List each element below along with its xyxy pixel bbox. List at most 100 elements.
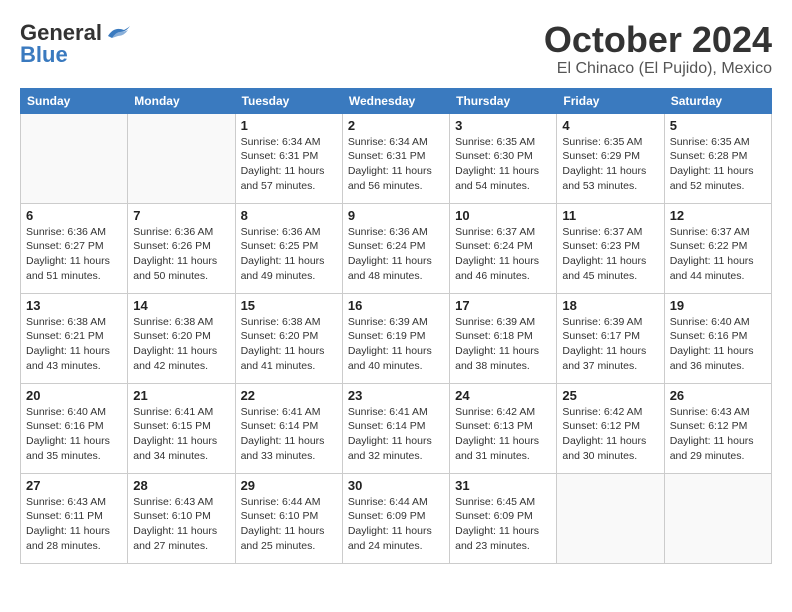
day-info: Sunrise: 6:43 AMSunset: 6:10 PMDaylight:… (133, 495, 229, 554)
logo-blue-text: Blue (20, 42, 68, 68)
calendar-cell: 7 Sunrise: 6:36 AMSunset: 6:26 PMDaylight… (128, 203, 235, 293)
day-number: 17 (455, 298, 551, 313)
calendar-cell: 17 Sunrise: 6:39 AMSunset: 6:18 PMDayligh… (450, 293, 557, 383)
calendar-cell: 27 Sunrise: 6:43 AMSunset: 6:11 PMDayligh… (21, 473, 128, 563)
day-number: 14 (133, 298, 229, 313)
day-info: Sunrise: 6:39 AMSunset: 6:18 PMDaylight:… (455, 315, 551, 374)
calendar-cell: 2Sunrise: 6:34 AMSunset: 6:31 PMDaylight… (342, 113, 449, 203)
calendar-header-row: SundayMondayTuesdayWednesdayThursdayFrid… (21, 88, 772, 113)
day-number: 19 (670, 298, 766, 313)
calendar-cell: 14 Sunrise: 6:38 AMSunset: 6:20 PMDayligh… (128, 293, 235, 383)
day-info: Sunrise: 6:40 AMSunset: 6:16 PMDaylight:… (670, 315, 766, 374)
calendar-header-saturday: Saturday (664, 88, 771, 113)
day-info: Sunrise: 6:37 AMSunset: 6:22 PMDaylight:… (670, 225, 766, 284)
calendar-cell: 10Sunrise: 6:37 AMSunset: 6:24 PMDayligh… (450, 203, 557, 293)
day-number: 22 (241, 388, 337, 403)
day-info: Sunrise: 6:42 AMSunset: 6:12 PMDaylight:… (562, 405, 658, 464)
day-info: Sunrise: 6:37 AMSunset: 6:23 PMDaylight:… (562, 225, 658, 284)
calendar-cell: 5 Sunrise: 6:35 AMSunset: 6:28 PMDaylight… (664, 113, 771, 203)
calendar-week-row: 27 Sunrise: 6:43 AMSunset: 6:11 PMDayligh… (21, 473, 772, 563)
day-number: 3 (455, 118, 551, 133)
calendar-header-wednesday: Wednesday (342, 88, 449, 113)
calendar-cell: 29Sunrise: 6:44 AMSunset: 6:10 PMDayligh… (235, 473, 342, 563)
calendar-cell: 18 Sunrise: 6:39 AMSunset: 6:17 PMDayligh… (557, 293, 664, 383)
calendar-cell: 31 Sunrise: 6:45 AMSunset: 6:09 PMDayligh… (450, 473, 557, 563)
day-number: 28 (133, 478, 229, 493)
day-number: 16 (348, 298, 444, 313)
day-info: Sunrise: 6:34 AMSunset: 6:31 PMDaylight:… (241, 135, 337, 194)
calendar-week-row: 13 Sunrise: 6:38 AMSunset: 6:21 PMDayligh… (21, 293, 772, 383)
calendar-cell: 23Sunrise: 6:41 AMSunset: 6:14 PMDayligh… (342, 383, 449, 473)
day-info: Sunrise: 6:44 AMSunset: 6:09 PMDaylight:… (348, 495, 444, 554)
calendar-cell: 26Sunrise: 6:43 AMSunset: 6:12 PMDayligh… (664, 383, 771, 473)
calendar-week-row: 6Sunrise: 6:36 AMSunset: 6:27 PMDaylight… (21, 203, 772, 293)
calendar-cell: 25 Sunrise: 6:42 AMSunset: 6:12 PMDayligh… (557, 383, 664, 473)
day-info: Sunrise: 6:39 AMSunset: 6:17 PMDaylight:… (562, 315, 658, 374)
day-info: Sunrise: 6:35 AMSunset: 6:29 PMDaylight:… (562, 135, 658, 194)
day-info: Sunrise: 6:43 AMSunset: 6:11 PMDaylight:… (26, 495, 122, 554)
day-number: 7 (133, 208, 229, 223)
day-number: 31 (455, 478, 551, 493)
day-info: Sunrise: 6:34 AMSunset: 6:31 PMDaylight:… (348, 135, 444, 194)
page-header: General Blue October 2024 El Chinaco (El… (20, 20, 772, 78)
calendar-table: SundayMondayTuesdayWednesdayThursdayFrid… (20, 88, 772, 564)
day-number: 15 (241, 298, 337, 313)
day-info: Sunrise: 6:36 AMSunset: 6:26 PMDaylight:… (133, 225, 229, 284)
day-info: Sunrise: 6:41 AMSunset: 6:15 PMDaylight:… (133, 405, 229, 464)
calendar-header-sunday: Sunday (21, 88, 128, 113)
day-info: Sunrise: 6:38 AMSunset: 6:21 PMDaylight:… (26, 315, 122, 374)
day-number: 21 (133, 388, 229, 403)
day-number: 9 (348, 208, 444, 223)
day-number: 4 (562, 118, 658, 133)
calendar-cell: 30 Sunrise: 6:44 AMSunset: 6:09 PMDayligh… (342, 473, 449, 563)
calendar-cell: 4 Sunrise: 6:35 AMSunset: 6:29 PMDaylight… (557, 113, 664, 203)
day-info: Sunrise: 6:35 AMSunset: 6:30 PMDaylight:… (455, 135, 551, 194)
day-info: Sunrise: 6:37 AMSunset: 6:24 PMDaylight:… (455, 225, 551, 284)
calendar-week-row: 1 Sunrise: 6:34 AMSunset: 6:31 PMDaylight… (21, 113, 772, 203)
calendar-header-thursday: Thursday (450, 88, 557, 113)
calendar-cell (557, 473, 664, 563)
calendar-cell: 15 Sunrise: 6:38 AMSunset: 6:20 PMDayligh… (235, 293, 342, 383)
calendar-cell: 22 Sunrise: 6:41 AMSunset: 6:14 PMDayligh… (235, 383, 342, 473)
calendar-cell: 20 Sunrise: 6:40 AMSunset: 6:16 PMDayligh… (21, 383, 128, 473)
day-number: 18 (562, 298, 658, 313)
day-info: Sunrise: 6:42 AMSunset: 6:13 PMDaylight:… (455, 405, 551, 464)
day-number: 11 (562, 208, 658, 223)
day-number: 1 (241, 118, 337, 133)
day-number: 5 (670, 118, 766, 133)
calendar-cell: 21 Sunrise: 6:41 AMSunset: 6:15 PMDayligh… (128, 383, 235, 473)
calendar-cell: 11 Sunrise: 6:37 AMSunset: 6:23 PMDayligh… (557, 203, 664, 293)
calendar-header-tuesday: Tuesday (235, 88, 342, 113)
day-info: Sunrise: 6:35 AMSunset: 6:28 PMDaylight:… (670, 135, 766, 194)
day-number: 8 (241, 208, 337, 223)
calendar-header-monday: Monday (128, 88, 235, 113)
day-info: Sunrise: 6:36 AMSunset: 6:24 PMDaylight:… (348, 225, 444, 284)
day-info: Sunrise: 6:45 AMSunset: 6:09 PMDaylight:… (455, 495, 551, 554)
calendar-cell: 8 Sunrise: 6:36 AMSunset: 6:25 PMDaylight… (235, 203, 342, 293)
day-number: 23 (348, 388, 444, 403)
day-info: Sunrise: 6:41 AMSunset: 6:14 PMDaylight:… (241, 405, 337, 464)
day-info: Sunrise: 6:40 AMSunset: 6:16 PMDaylight:… (26, 405, 122, 464)
day-number: 30 (348, 478, 444, 493)
calendar-week-row: 20 Sunrise: 6:40 AMSunset: 6:16 PMDayligh… (21, 383, 772, 473)
calendar-cell: 16 Sunrise: 6:39 AMSunset: 6:19 PMDayligh… (342, 293, 449, 383)
month-title: October 2024 (544, 20, 772, 60)
calendar-cell: 19 Sunrise: 6:40 AMSunset: 6:16 PMDayligh… (664, 293, 771, 383)
day-info: Sunrise: 6:38 AMSunset: 6:20 PMDaylight:… (241, 315, 337, 374)
day-info: Sunrise: 6:38 AMSunset: 6:20 PMDaylight:… (133, 315, 229, 374)
logo: General Blue (20, 20, 132, 68)
calendar-cell (21, 113, 128, 203)
day-number: 25 (562, 388, 658, 403)
calendar-cell: 3 Sunrise: 6:35 AMSunset: 6:30 PMDaylight… (450, 113, 557, 203)
day-info: Sunrise: 6:36 AMSunset: 6:27 PMDaylight:… (26, 225, 122, 284)
day-number: 20 (26, 388, 122, 403)
calendar-cell: 6Sunrise: 6:36 AMSunset: 6:27 PMDaylight… (21, 203, 128, 293)
day-info: Sunrise: 6:39 AMSunset: 6:19 PMDaylight:… (348, 315, 444, 374)
day-number: 13 (26, 298, 122, 313)
location-title: El Chinaco (El Pujido), Mexico (544, 60, 772, 78)
calendar-cell: 28 Sunrise: 6:43 AMSunset: 6:10 PMDayligh… (128, 473, 235, 563)
title-block: October 2024 El Chinaco (El Pujido), Mex… (544, 20, 772, 78)
calendar-cell (128, 113, 235, 203)
day-number: 27 (26, 478, 122, 493)
day-info: Sunrise: 6:36 AMSunset: 6:25 PMDaylight:… (241, 225, 337, 284)
